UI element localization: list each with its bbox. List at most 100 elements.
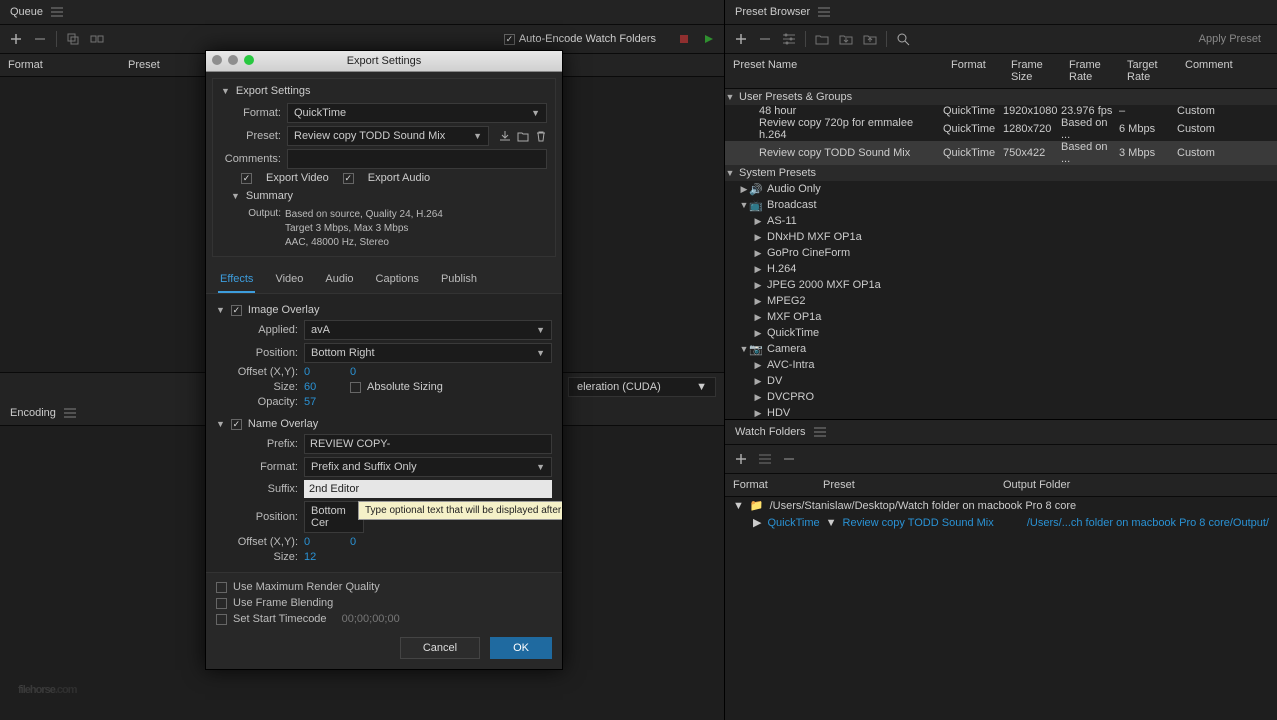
add-button[interactable] bbox=[6, 29, 26, 49]
twisty-icon[interactable]: ▼ bbox=[216, 305, 225, 315]
applied-dropdown[interactable]: avA▼ bbox=[304, 320, 552, 340]
add-button[interactable] bbox=[731, 449, 751, 469]
size-input[interactable]: 60 bbox=[304, 381, 344, 393]
import-preset-icon[interactable] bbox=[517, 130, 529, 142]
col-comment[interactable]: Comment bbox=[1177, 57, 1277, 85]
link-button[interactable] bbox=[87, 29, 107, 49]
name-offset-y[interactable]: 0 bbox=[350, 536, 390, 548]
dialog-titlebar[interactable]: Export Settings bbox=[206, 51, 562, 72]
position-dropdown[interactable]: Bottom Right▼ bbox=[304, 343, 552, 363]
name-position-dropdown[interactable]: Bottom Cer bbox=[304, 501, 364, 533]
twisty-icon[interactable]: ▼ bbox=[725, 168, 735, 178]
col-format[interactable]: Format bbox=[943, 57, 1003, 85]
max-render-checkbox[interactable] bbox=[216, 582, 227, 593]
tree-item[interactable]: ▶MPEG2 bbox=[725, 293, 1277, 309]
name-format-dropdown[interactable]: Prefix and Suffix Only▼ bbox=[304, 457, 552, 477]
preset-dropdown[interactable]: Review copy TODD Sound Mix▼ bbox=[287, 126, 489, 146]
col-preset-name[interactable]: Preset Name bbox=[725, 57, 943, 85]
tab-video[interactable]: Video bbox=[273, 269, 305, 293]
twisty-icon[interactable]: ▼ bbox=[725, 92, 735, 102]
export-button[interactable] bbox=[860, 29, 880, 49]
export-video-checkbox[interactable] bbox=[241, 173, 252, 184]
preset-tree[interactable]: ▼ User Presets & Groups 48 hourQuickTime… bbox=[725, 89, 1277, 419]
import-button[interactable] bbox=[836, 29, 856, 49]
tree-item[interactable]: ▶H.264 bbox=[725, 261, 1277, 277]
settings-button[interactable] bbox=[755, 449, 775, 469]
image-overlay-checkbox[interactable] bbox=[231, 305, 242, 316]
renderer-dropdown[interactable]: eleration (CUDA) ▼ bbox=[568, 377, 716, 397]
col-frame-rate[interactable]: Frame Rate bbox=[1061, 57, 1119, 85]
watch-body[interactable]: ▼📁 /Users/Stanislaw/Desktop/Watch folder… bbox=[725, 497, 1277, 720]
tab-captions[interactable]: Captions bbox=[374, 269, 421, 293]
absolute-sizing-checkbox[interactable] bbox=[350, 382, 361, 393]
preset-row[interactable]: Review copy TODD Sound MixQuickTime750x4… bbox=[725, 141, 1277, 165]
start-tc-checkbox[interactable] bbox=[216, 614, 227, 625]
format-dropdown[interactable]: QuickTime▼ bbox=[287, 103, 547, 123]
tree-folder[interactable]: ▼📺Broadcast bbox=[725, 197, 1277, 213]
preset-row[interactable]: 48 hourQuickTime1920x108023.976 fps–Cust… bbox=[725, 105, 1277, 117]
tree-item[interactable]: ▶QuickTime bbox=[725, 325, 1277, 341]
twisty-icon[interactable]: ▼ bbox=[221, 86, 230, 96]
name-overlay-checkbox[interactable] bbox=[231, 419, 242, 430]
tab-audio[interactable]: Audio bbox=[323, 269, 355, 293]
watch-preset-row[interactable]: ▶ QuickTime ▼ Review copy TODD Sound Mix… bbox=[725, 514, 1277, 531]
suffix-input[interactable] bbox=[304, 480, 552, 498]
tree-item[interactable]: ▶JPEG 2000 MXF OP1a bbox=[725, 277, 1277, 293]
minimize-icon[interactable] bbox=[228, 55, 238, 65]
export-audio-checkbox[interactable] bbox=[343, 173, 354, 184]
search-button[interactable] bbox=[893, 29, 913, 49]
close-icon[interactable] bbox=[212, 55, 222, 65]
play-button[interactable] bbox=[698, 29, 718, 49]
tree-item[interactable]: ▶GoPro CineForm bbox=[725, 245, 1277, 261]
cancel-button[interactable]: Cancel bbox=[400, 637, 480, 659]
col-format[interactable]: Format bbox=[725, 477, 815, 493]
remove-preset-button[interactable] bbox=[755, 29, 775, 49]
settings-button[interactable] bbox=[779, 29, 799, 49]
remove-button[interactable] bbox=[779, 449, 799, 469]
panel-menu-icon[interactable] bbox=[814, 427, 826, 437]
tree-item[interactable]: ▶AS-11 bbox=[725, 213, 1277, 229]
comments-input[interactable] bbox=[287, 149, 547, 169]
watch-output[interactable]: /Users/...ch folder on macbook Pro 8 cor… bbox=[1027, 517, 1269, 529]
add-preset-button[interactable] bbox=[731, 29, 751, 49]
new-folder-button[interactable] bbox=[812, 29, 832, 49]
col-format[interactable]: Format bbox=[0, 57, 120, 73]
col-preset[interactable]: Preset bbox=[815, 477, 995, 493]
watch-folder-row[interactable]: ▼📁 /Users/Stanislaw/Desktop/Watch folder… bbox=[725, 497, 1277, 514]
twisty-icon[interactable]: ▼ bbox=[216, 419, 225, 429]
watch-format[interactable]: QuickTime bbox=[767, 517, 819, 529]
auto-encode-checkbox[interactable] bbox=[504, 34, 515, 45]
name-size-input[interactable]: 12 bbox=[304, 551, 344, 563]
system-presets-group[interactable]: ▼ System Presets bbox=[725, 165, 1277, 181]
col-output[interactable]: Output Folder bbox=[995, 477, 1277, 493]
preset-row[interactable]: Review copy 720p for emmalee h.264QuickT… bbox=[725, 117, 1277, 141]
watch-preset[interactable]: Review copy TODD Sound Mix bbox=[843, 517, 994, 529]
twisty-icon[interactable]: ▼ bbox=[231, 191, 240, 201]
save-preset-icon[interactable] bbox=[499, 130, 511, 142]
tree-item[interactable]: ▶DVCPRO bbox=[725, 389, 1277, 405]
tree-item[interactable]: ▶DNxHD MXF OP1a bbox=[725, 229, 1277, 245]
offset-y-input[interactable]: 0 bbox=[350, 366, 390, 378]
tree-item[interactable]: ▶HDV bbox=[725, 405, 1277, 419]
panel-menu-icon[interactable] bbox=[64, 408, 76, 418]
opacity-input[interactable]: 57 bbox=[304, 396, 344, 408]
duplicate-button[interactable] bbox=[63, 29, 83, 49]
col-target-rate[interactable]: Target Rate bbox=[1119, 57, 1177, 85]
tab-publish[interactable]: Publish bbox=[439, 269, 479, 293]
prefix-input[interactable] bbox=[304, 434, 552, 454]
tree-item[interactable]: ▶DV bbox=[725, 373, 1277, 389]
stop-button[interactable] bbox=[674, 29, 694, 49]
tree-item[interactable]: ▶MXF OP1a bbox=[725, 309, 1277, 325]
tree-item[interactable]: ▶AVC-Intra bbox=[725, 357, 1277, 373]
panel-menu-icon[interactable] bbox=[51, 7, 63, 17]
apply-preset-button[interactable]: Apply Preset bbox=[1189, 30, 1271, 48]
name-offset-x[interactable]: 0 bbox=[304, 536, 344, 548]
maximize-icon[interactable] bbox=[244, 55, 254, 65]
delete-preset-icon[interactable] bbox=[535, 130, 547, 142]
frame-blending-checkbox[interactable] bbox=[216, 598, 227, 609]
tab-effects[interactable]: Effects bbox=[218, 269, 255, 293]
tree-folder[interactable]: ▶🔊Audio Only bbox=[725, 181, 1277, 197]
col-frame-size[interactable]: Frame Size bbox=[1003, 57, 1061, 85]
remove-button[interactable] bbox=[30, 29, 50, 49]
ok-button[interactable]: OK bbox=[490, 637, 552, 659]
